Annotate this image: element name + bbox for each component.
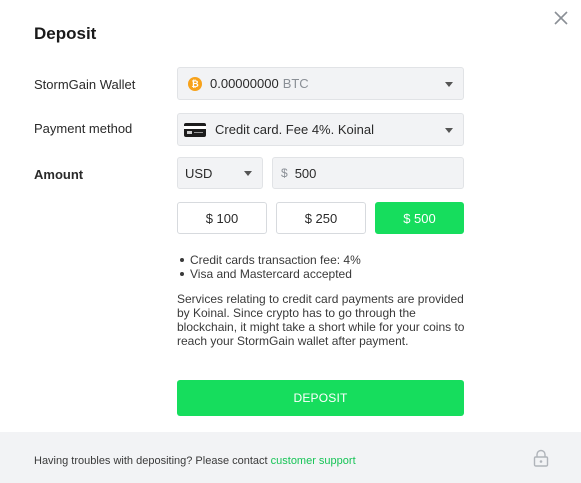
footer-message: Having troubles with depositing? Please … xyxy=(34,455,271,467)
payment-method-select[interactable]: Credit card. Fee 4%. Koinal xyxy=(177,113,464,146)
info-line: Services relating to credit card payment… xyxy=(177,292,464,306)
currency-value: USD xyxy=(185,165,213,181)
lock-icon xyxy=(533,449,549,467)
info-line: blockchain, it might take a short while … xyxy=(177,320,465,334)
preset-100-button[interactable]: $ 100 xyxy=(177,202,267,234)
wallet-select[interactable]: ₿ 0.00000000 BTC xyxy=(177,67,464,100)
amount-value: 500 xyxy=(294,165,317,181)
preset-500-button[interactable]: $ 500 xyxy=(375,202,464,234)
payment-method-value: Credit card. Fee 4%. Koinal xyxy=(215,122,374,137)
chevron-down-icon xyxy=(445,81,453,87)
currency-symbol: $ xyxy=(281,166,288,180)
chevron-down-icon xyxy=(244,171,252,176)
customer-support-link[interactable]: customer support xyxy=(271,455,356,467)
footer-text: Having troubles with depositing? Please … xyxy=(34,455,356,467)
chevron-down-icon xyxy=(445,127,453,133)
credit-card-icon xyxy=(184,122,206,137)
modal-title: Deposit xyxy=(34,24,97,43)
support-footer: Having troubles with depositing? Please … xyxy=(0,432,581,483)
deposit-button[interactable]: DEPOSIT xyxy=(177,380,464,416)
payment-method-label: Payment method xyxy=(34,121,133,136)
fee-info-list: Credit cards transaction fee: 4% Visa an… xyxy=(177,253,361,281)
currency-select[interactable]: USD xyxy=(177,157,263,189)
wallet-currency: BTC xyxy=(282,76,309,91)
amount-label: Amount xyxy=(34,167,84,182)
wallet-label: StormGain Wallet xyxy=(34,77,136,92)
info-line: reach your StormGain wallet after paymen… xyxy=(177,334,409,348)
amount-input[interactable]: $ 500 xyxy=(272,157,464,189)
list-item: Visa and Mastercard accepted xyxy=(177,267,361,281)
wallet-balance: 0.00000000 xyxy=(210,76,279,91)
bitcoin-icon: ₿ xyxy=(188,76,202,91)
preset-250-button[interactable]: $ 250 xyxy=(276,202,366,234)
koinal-info-text: Services relating to credit card payment… xyxy=(177,292,467,348)
info-line: by Koinal. Since crypto has to go throug… xyxy=(177,306,416,320)
list-item: Credit cards transaction fee: 4% xyxy=(177,253,361,267)
close-icon[interactable] xyxy=(551,8,571,28)
deposit-modal: Deposit StormGain Wallet ₿ 0.00000000 BT… xyxy=(0,0,581,483)
